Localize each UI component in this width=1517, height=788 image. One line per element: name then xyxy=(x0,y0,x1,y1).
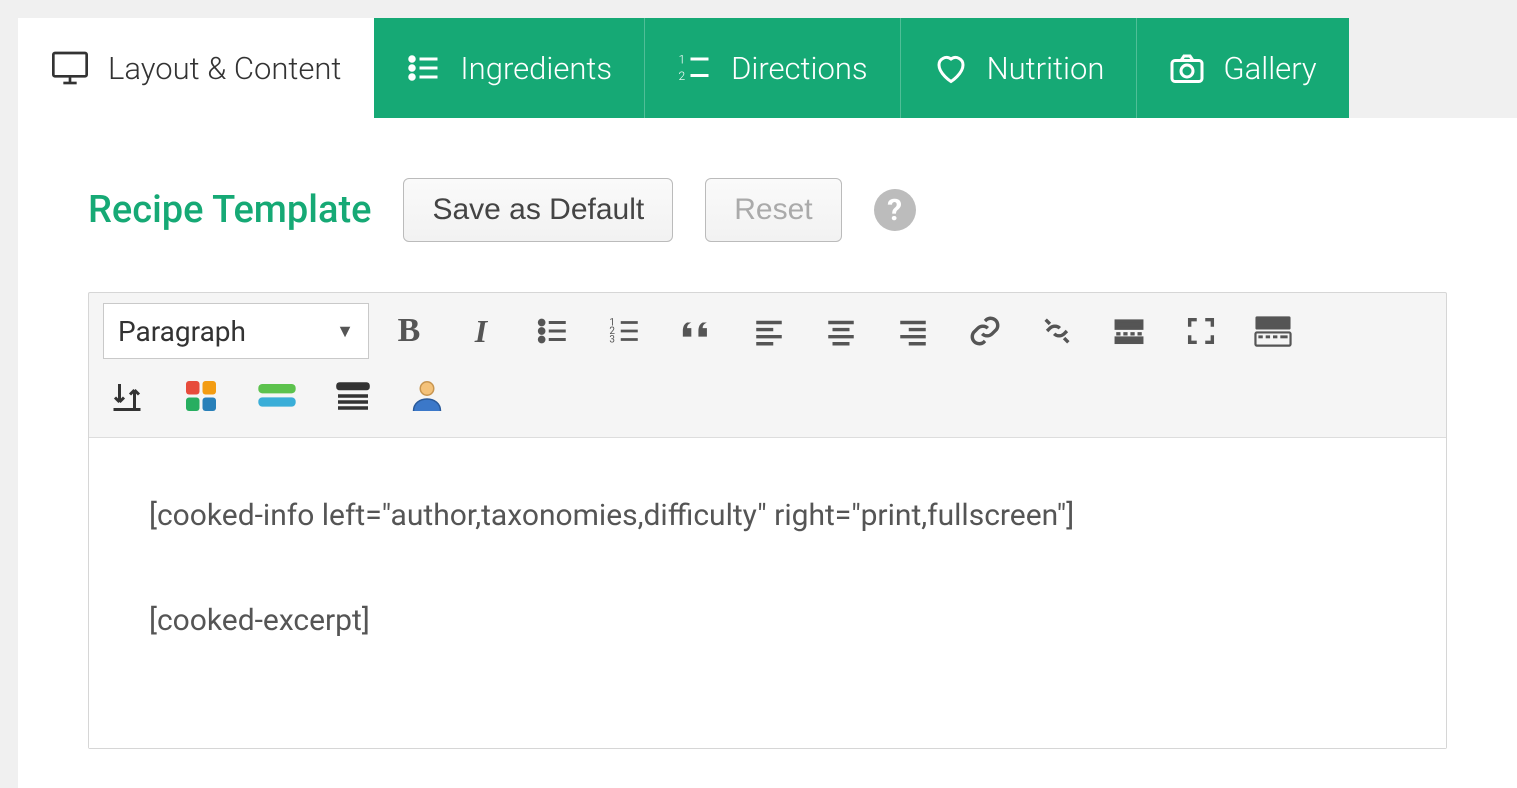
keyboard-icon xyxy=(1254,314,1292,348)
align-center-icon xyxy=(824,314,858,348)
tab-label: Ingredients xyxy=(460,50,612,87)
format-select-label: Paragraph xyxy=(118,315,246,348)
layout-content-panel: Recipe Template Save as Default Reset ? … xyxy=(18,118,1517,788)
toolbar-toggle-button[interactable] xyxy=(1241,304,1305,358)
sort-arrows-icon xyxy=(109,378,145,414)
italic-icon: I xyxy=(475,313,487,350)
align-right-button[interactable] xyxy=(881,304,945,358)
insert-more-button[interactable] xyxy=(1097,304,1161,358)
shortcode-author-button[interactable] xyxy=(403,369,451,423)
align-center-button[interactable] xyxy=(809,304,873,358)
tab-label: Layout & Content xyxy=(108,50,341,87)
unlink-button[interactable] xyxy=(1025,304,1089,358)
grid-color-icon xyxy=(183,378,219,414)
tab-nutrition[interactable]: Nutrition xyxy=(901,18,1138,118)
tab-layout-content[interactable]: Layout & Content xyxy=(18,18,374,118)
fullscreen-button[interactable] xyxy=(1169,304,1233,358)
shortcode-highlight-button[interactable] xyxy=(251,369,303,423)
tab-ingredients[interactable]: Ingredients xyxy=(374,18,645,118)
align-left-button[interactable] xyxy=(737,304,801,358)
italic-button[interactable]: I xyxy=(449,304,513,358)
tab-gallery[interactable]: Gallery xyxy=(1137,18,1348,118)
svg-text:3: 3 xyxy=(609,334,615,345)
bold-icon: B xyxy=(398,312,421,350)
list-bullet-icon xyxy=(536,314,570,348)
save-default-button[interactable]: Save as Default xyxy=(403,178,673,242)
tab-label: Nutrition xyxy=(987,50,1105,87)
bold-button[interactable]: B xyxy=(377,304,441,358)
rows-color-icon xyxy=(257,381,297,411)
editor-toolbar-row1: Paragraph ▼ B I 1 2 3 xyxy=(89,293,1446,363)
content-line: [cooked-excerpt] xyxy=(149,603,1386,638)
list-numbered-icon: 1 2 3 xyxy=(608,314,642,348)
format-select[interactable]: Paragraph ▼ xyxy=(103,303,369,359)
tab-label: Directions xyxy=(731,50,868,87)
shortcode-difficulty-button[interactable] xyxy=(103,369,151,423)
align-left-icon xyxy=(752,314,786,348)
fullscreen-icon xyxy=(1184,314,1218,348)
monitor-icon xyxy=(50,48,90,88)
bullet-list-button[interactable] xyxy=(521,304,585,358)
blockquote-button[interactable] xyxy=(665,304,729,358)
menu-lines-icon xyxy=(335,382,371,410)
quote-icon xyxy=(680,314,714,348)
help-icon[interactable]: ? xyxy=(874,189,916,231)
camera-icon xyxy=(1169,50,1205,86)
link-button[interactable] xyxy=(953,304,1017,358)
tab-bar: Layout & Content Ingredients 1 2 Directi… xyxy=(18,18,1517,118)
editor-toolbar-row2 xyxy=(89,363,1446,437)
svg-text:2: 2 xyxy=(679,69,686,83)
section-title: Recipe Template xyxy=(88,188,371,232)
shortcode-lines-button[interactable] xyxy=(329,369,377,423)
list-numbered-icon: 1 2 xyxy=(677,50,713,86)
person-icon xyxy=(409,378,445,414)
template-heading-row: Recipe Template Save as Default Reset ? xyxy=(88,178,1447,242)
editor-content[interactable]: [cooked-info left="author,taxonomies,dif… xyxy=(89,437,1446,748)
reset-button[interactable]: Reset xyxy=(705,178,841,242)
svg-text:1: 1 xyxy=(679,53,686,67)
shortcode-layout-button[interactable] xyxy=(177,369,225,423)
chevron-down-icon: ▼ xyxy=(336,321,354,342)
list-bullet-icon xyxy=(406,50,442,86)
unlink-icon xyxy=(1040,314,1074,348)
numbered-list-button[interactable]: 1 2 3 xyxy=(593,304,657,358)
heart-icon xyxy=(933,50,969,86)
tab-label: Gallery xyxy=(1223,50,1316,87)
rich-text-editor: Paragraph ▼ B I 1 2 3 xyxy=(88,292,1447,749)
content-line: [cooked-info left="author,taxonomies,dif… xyxy=(149,498,1386,533)
tab-directions[interactable]: 1 2 Directions xyxy=(645,18,901,118)
read-more-icon xyxy=(1112,314,1146,348)
align-right-icon xyxy=(896,314,930,348)
link-icon xyxy=(968,314,1002,348)
